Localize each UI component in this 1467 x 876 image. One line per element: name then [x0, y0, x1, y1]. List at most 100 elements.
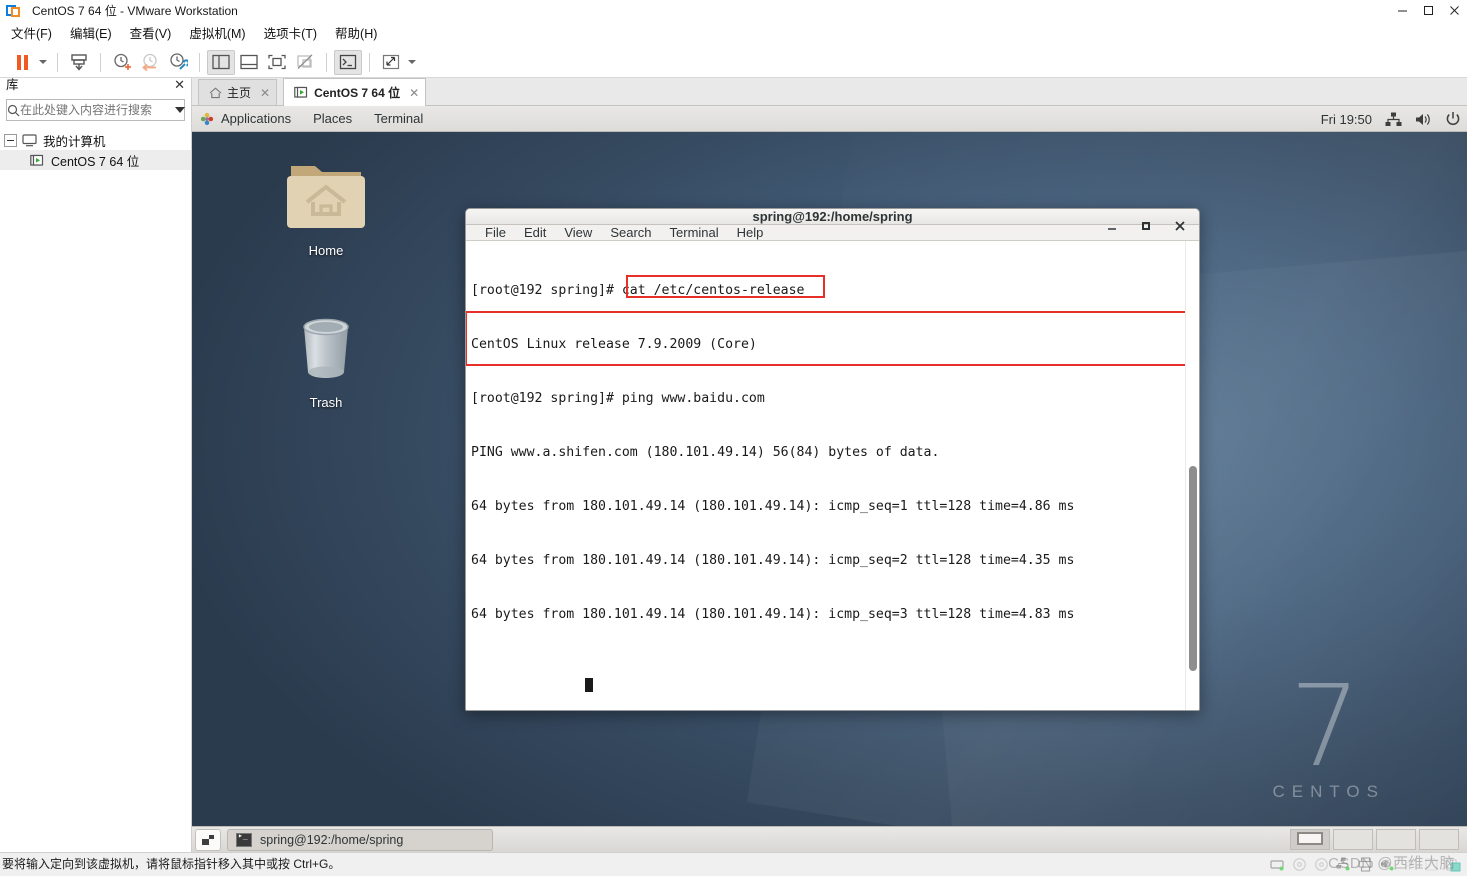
terminal-scrollbar[interactable] [1185, 241, 1199, 710]
tree-item-my-computer[interactable]: 我的计算机 [0, 130, 191, 150]
terminal-menu-edit[interactable]: Edit [515, 225, 555, 240]
gnome-status-area: Fri 19:50 [1321, 106, 1461, 132]
applications-icon [200, 112, 214, 126]
usb-icon[interactable] [1402, 857, 1417, 872]
printer-icon[interactable] [1358, 857, 1373, 872]
search-input[interactable] [20, 103, 175, 117]
menu-terminal[interactable]: Terminal [363, 106, 434, 132]
menu-applications[interactable]: Applications [192, 106, 302, 132]
taskbar-item-terminal[interactable]: spring@192:/home/spring [227, 828, 493, 851]
toolbar-separator [57, 52, 58, 72]
tab-close-icon[interactable]: ✕ [409, 86, 419, 100]
snapshot-manager-icon [170, 53, 188, 70]
workspace-2[interactable] [1333, 829, 1373, 850]
tree-item-label: CentOS 7 64 位 [51, 154, 140, 169]
workspace-4[interactable] [1419, 829, 1459, 850]
minimize-button[interactable] [1389, 0, 1415, 21]
terminal-icon [236, 831, 252, 847]
stretch-button[interactable] [377, 50, 405, 75]
desktop-icon-label: Trash [309, 395, 343, 410]
menu-tabs[interactable]: 选项卡(T) [255, 21, 326, 47]
menu-edit[interactable]: 编辑(E) [61, 21, 121, 47]
take-snapshot-button[interactable] [108, 50, 136, 75]
computer-icon [22, 133, 39, 147]
library-tree: 我的计算机 CentOS 7 64 位 [0, 130, 191, 170]
library-close-icon[interactable]: ✕ [174, 78, 185, 91]
show-library-button[interactable] [207, 49, 235, 75]
menu-file[interactable]: 文件(F) [2, 21, 61, 47]
terminal-menu-search[interactable]: Search [601, 225, 660, 240]
tree-item-label: 我的计算机 [43, 134, 106, 149]
menu-places[interactable]: Places [302, 106, 363, 132]
unity-button[interactable] [291, 50, 319, 75]
library-title: 库 [6, 78, 19, 92]
tab-label: CentOS 7 64 位 [314, 86, 401, 100]
vmware-tools-icon[interactable] [1446, 857, 1461, 872]
fullscreen-button[interactable] [263, 50, 291, 75]
window-switcher-icon[interactable] [195, 828, 221, 851]
cdrom-icon[interactable] [1292, 857, 1307, 872]
vmware-workstation-window: CentOS 7 64 位 - VMware Workstation 文件(F)… [0, 0, 1467, 876]
network-adapter-icon[interactable] [1336, 857, 1351, 872]
menu-help[interactable]: 帮助(H) [326, 21, 386, 47]
terminal-menu-file[interactable]: File [476, 225, 515, 240]
terminal-cursor [585, 678, 594, 692]
pause-button[interactable] [8, 50, 36, 75]
desktop-icon-home[interactable]: Home [271, 158, 381, 258]
window-title: CentOS 7 64 位 - VMware Workstation [32, 4, 238, 18]
workspace-3[interactable] [1376, 829, 1416, 850]
terminal-menu-terminal[interactable]: Terminal [661, 225, 728, 240]
fullscreen-icon [268, 54, 286, 70]
terminal-menu-help[interactable]: Help [728, 225, 773, 240]
toolbar-separator [100, 52, 101, 72]
workspace-1[interactable] [1290, 829, 1330, 850]
hard-disk-icon[interactable] [1270, 857, 1285, 872]
stretch-dropdown[interactable] [405, 50, 419, 75]
library-search-box[interactable] [6, 99, 185, 121]
status-device-icons [1270, 857, 1461, 872]
show-thumbnails-button[interactable] [235, 50, 263, 75]
terminal-title-bar: spring@192:/home/spring [466, 209, 1199, 231]
gnome-desktop[interactable]: 7 CENTOS Home Trash spring@192:/home/spr… [192, 132, 1467, 826]
tab-label: 主页 [227, 86, 252, 100]
terminal-output[interactable]: [root@192 spring]# cat /etc/centos-relea… [466, 241, 1198, 710]
desktop-icon-trash[interactable]: Trash [271, 308, 381, 410]
send-ctrl-alt-del-button[interactable] [65, 50, 93, 75]
cdrom2-icon[interactable] [1314, 857, 1329, 872]
gnome-top-panel: Applications Places Terminal Fri 19:50 [192, 106, 1467, 132]
terminal-maximize-button[interactable] [1139, 219, 1153, 233]
menu-view[interactable]: 查看(V) [121, 21, 181, 47]
tab-centos7[interactable]: CentOS 7 64 位 ✕ [283, 78, 427, 106]
watermark-word: CENTOS [1272, 782, 1385, 801]
terminal-scrollbar-thumb[interactable] [1189, 466, 1197, 671]
window-controls [1389, 0, 1467, 21]
revert-snapshot-button[interactable] [136, 50, 164, 75]
network-icon[interactable] [1385, 112, 1402, 127]
manage-snapshots-button[interactable] [164, 50, 192, 75]
floppy-icon[interactable] [1424, 857, 1439, 872]
terminal-minimize-button[interactable] [1105, 219, 1119, 233]
terminal-close-button[interactable] [1173, 219, 1187, 233]
power-icon[interactable] [1445, 111, 1461, 127]
terminal-window[interactable]: spring@192:/home/spring File Edit View S… [465, 208, 1200, 711]
tab-home[interactable]: 主页 ✕ [198, 79, 278, 105]
tree-expander-icon[interactable] [4, 133, 17, 147]
sound-card-icon[interactable] [1380, 857, 1395, 872]
guest-os-screen[interactable]: Applications Places Terminal Fri 19:50 7… [192, 106, 1467, 852]
clock[interactable]: Fri 19:50 [1321, 112, 1372, 127]
workspace-switcher [1290, 829, 1459, 850]
vmware-menu-bar: 文件(F) 编辑(E) 查看(V) 虚拟机(M) 选项卡(T) 帮助(H) [0, 21, 1467, 47]
maximize-button[interactable] [1415, 0, 1441, 21]
terminal-menu-view[interactable]: View [555, 225, 601, 240]
library-header: 库 ✕ [0, 78, 191, 98]
menu-vm[interactable]: 虚拟机(M) [180, 21, 254, 47]
terminal-body[interactable]: [root@192 spring]# cat /etc/centos-relea… [466, 241, 1199, 710]
power-dropdown[interactable] [36, 50, 50, 75]
terminal-line: [root@192 spring]# ping www.baidu.com [471, 391, 765, 406]
chevron-down-icon[interactable] [175, 107, 185, 113]
tab-close-icon[interactable]: ✕ [260, 86, 270, 100]
console-button[interactable] [334, 49, 362, 75]
volume-icon[interactable] [1415, 112, 1432, 127]
tree-item-centos7[interactable]: CentOS 7 64 位 [0, 150, 191, 170]
close-button[interactable] [1441, 0, 1467, 21]
